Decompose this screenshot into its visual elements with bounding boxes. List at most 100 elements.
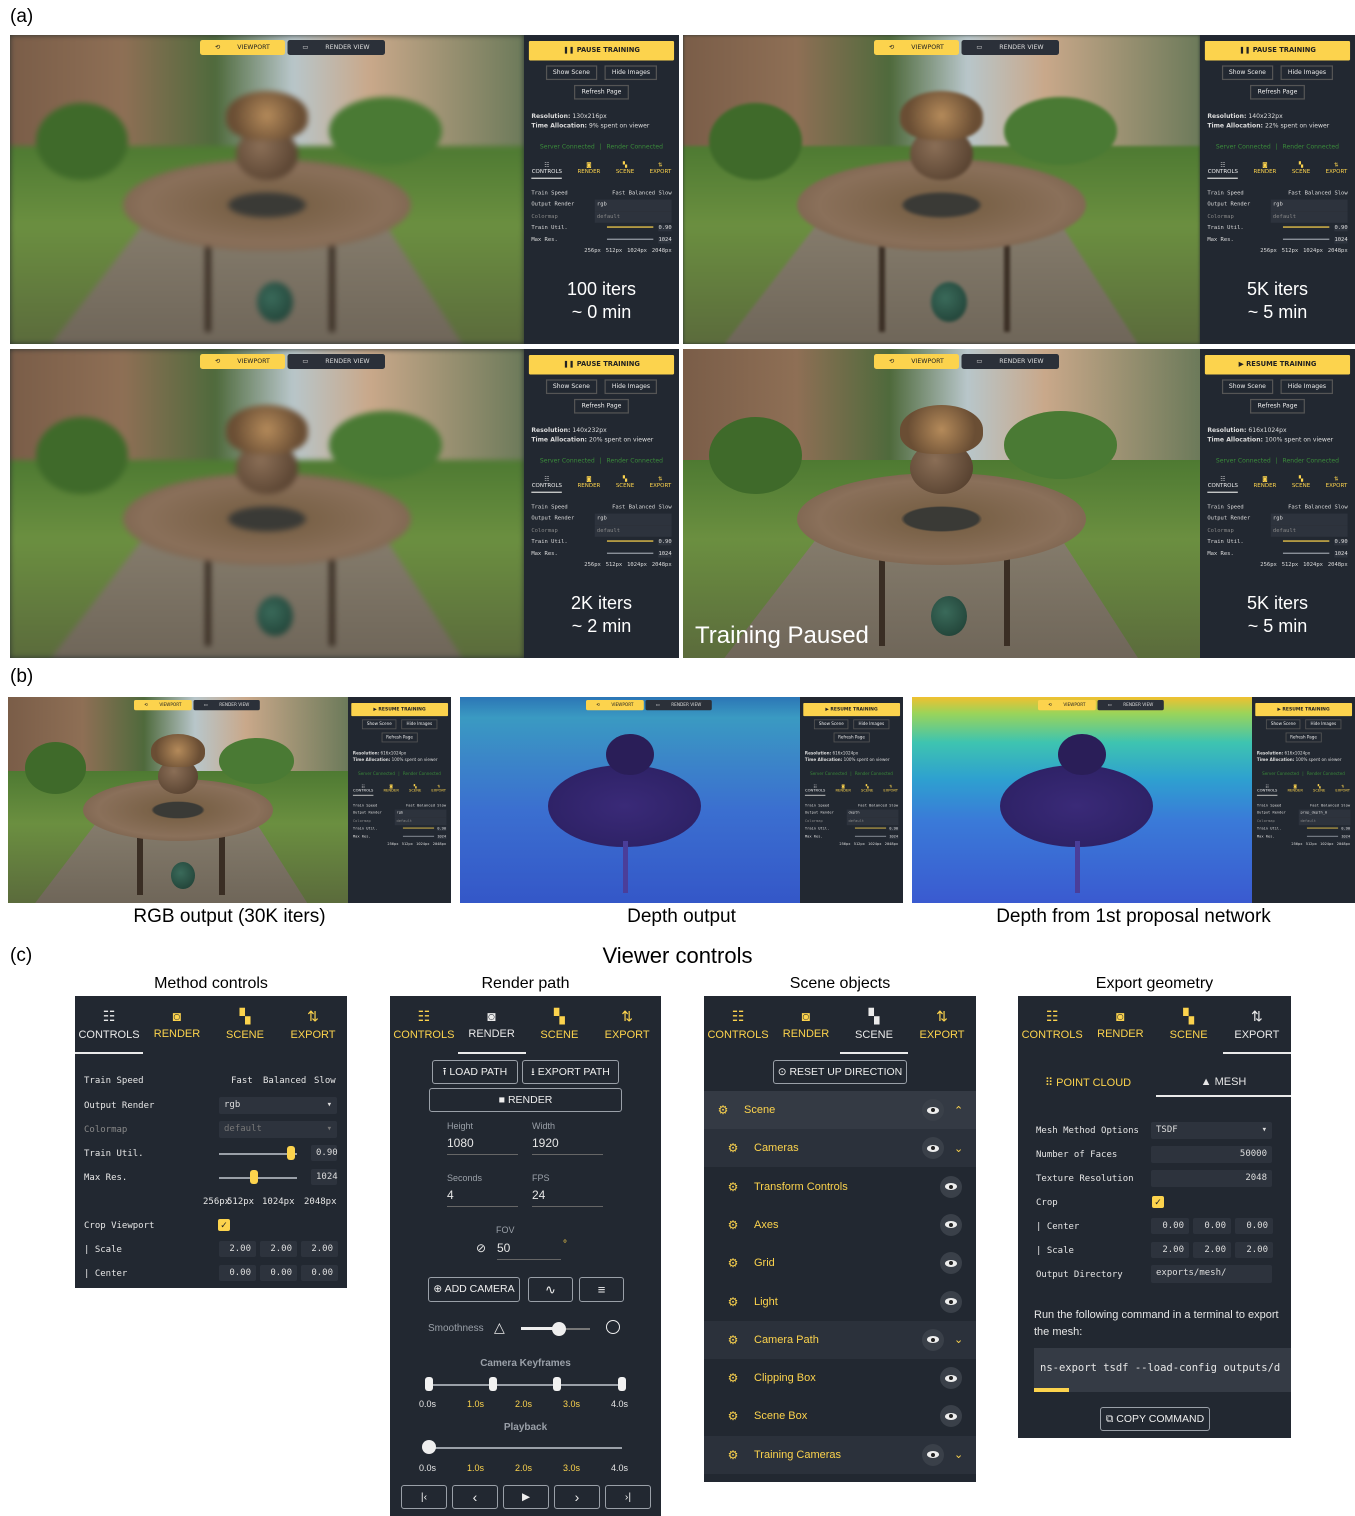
- tab-controls[interactable]: ☷ CONTROLS: [1207, 163, 1239, 179]
- tab-scene[interactable]: ▚ SCENE: [1313, 785, 1325, 796]
- show-scene-button[interactable]: Show Scene: [813, 719, 849, 730]
- scene-item-cameras[interactable]: ⚙ Cameras ⌄: [704, 1129, 976, 1168]
- keyframe-3[interactable]: [618, 1377, 626, 1391]
- tab-scene[interactable]: ▚ SCENE: [861, 785, 873, 796]
- render-view-toggle[interactable]: ▭ RENDER VIEW: [645, 700, 712, 711]
- scene-item-camera-path[interactable]: ⚙ Camera Path ⌄: [704, 1320, 976, 1359]
- viewport-toggle[interactable]: ⟲ VIEWPORT: [874, 40, 960, 55]
- show-scene-button[interactable]: Show Scene: [361, 719, 397, 730]
- scene-item-scene-box[interactable]: ⚙ Scene Box: [704, 1397, 976, 1435]
- output-render-select[interactable]: rgb: [1270, 514, 1348, 526]
- tab-render[interactable]: ◙ RENDER: [1287, 785, 1302, 796]
- output-render-select[interactable]: depth: [846, 809, 899, 818]
- path-curve-button[interactable]: ∿: [528, 1277, 573, 1302]
- show-scene-button[interactable]: Show Scene: [1221, 379, 1274, 395]
- add-camera-button[interactable]: ⊕ ADD CAMERA: [428, 1277, 520, 1302]
- eye-icon[interactable]: [922, 1099, 944, 1121]
- tab-render[interactable]: ◙ RENDER: [1253, 477, 1276, 493]
- tab-render[interactable]: ◙ RENDER: [1253, 163, 1276, 179]
- speed-fast[interactable]: Fast: [231, 1076, 253, 1086]
- tab-export[interactable]: ⇅ EXPORT: [593, 996, 661, 1054]
- tab-controls[interactable]: ☷ CONTROLS: [390, 996, 458, 1054]
- keyframe-2[interactable]: [553, 1377, 561, 1391]
- tab-render[interactable]: ◙ RENDER: [772, 996, 840, 1054]
- scale-y[interactable]: 2.00: [260, 1241, 297, 1257]
- max-res-slider[interactable]: [855, 835, 886, 837]
- output-render-select[interactable]: prop_depth_0: [1298, 809, 1351, 818]
- speed-balanced[interactable]: Balanced: [263, 1076, 306, 1086]
- skip-start-button[interactable]: |‹: [401, 1485, 447, 1509]
- scale-y[interactable]: 2.00: [1193, 1242, 1231, 1258]
- max-res-slider[interactable]: [250, 1170, 259, 1184]
- train-util-slider[interactable]: [1283, 540, 1330, 543]
- max-res-slider[interactable]: [607, 238, 654, 240]
- tab-render[interactable]: ◙ RENDER: [1086, 996, 1154, 1054]
- colormap-select[interactable]: default: [594, 525, 672, 538]
- tab-render[interactable]: ◙ RENDER: [383, 785, 398, 796]
- chevron-down-icon[interactable]: ⌄: [954, 1333, 968, 1346]
- eye-icon[interactable]: [922, 1328, 944, 1351]
- train-util-value[interactable]: 0.90: [311, 1145, 338, 1161]
- tab-render[interactable]: ◙ RENDER: [457, 996, 526, 1054]
- copy-command-button[interactable]: ⧉ COPY COMMAND: [1100, 1407, 1210, 1431]
- height-field[interactable]: 1080: [447, 1136, 518, 1155]
- playback-slider[interactable]: [422, 1440, 436, 1454]
- train-util-track[interactable]: [219, 1153, 297, 1155]
- training-button[interactable]: ❚❚ PAUSE TRAINING: [528, 41, 675, 61]
- training-button[interactable]: ▶ RESUME TRAINING: [803, 703, 900, 717]
- command-scrollbar[interactable]: [1034, 1388, 1069, 1392]
- scene-item-clipping-box[interactable]: ⚙ Clipping Box: [704, 1359, 976, 1397]
- tab-controls[interactable]: ☷ CONTROLS: [1018, 996, 1086, 1054]
- colormap-select[interactable]: default: [594, 211, 672, 224]
- viewport-toggle[interactable]: ⟲ VIEWPORT: [200, 40, 286, 55]
- refresh-page-button[interactable]: Refresh Page: [1250, 398, 1305, 414]
- eye-icon[interactable]: [940, 1290, 962, 1313]
- train-util-slider[interactable]: [1283, 226, 1330, 229]
- tab-controls[interactable]: ☷ CONTROLS: [805, 785, 826, 796]
- max-res-value[interactable]: 1024: [311, 1169, 338, 1185]
- hide-images-button[interactable]: Hide Images: [1305, 719, 1342, 730]
- eye-icon[interactable]: [922, 1443, 944, 1466]
- tab-scene[interactable]: ▚ SCENE: [616, 477, 634, 493]
- training-button[interactable]: ▶ RESUME TRAINING: [351, 703, 448, 717]
- keyframe-1[interactable]: [489, 1377, 497, 1391]
- eye-icon[interactable]: [922, 1137, 944, 1160]
- colormap-select[interactable]: default ▾: [219, 1121, 337, 1138]
- scale-x[interactable]: 2.00: [1151, 1242, 1189, 1258]
- tab-scene[interactable]: ▚ SCENE: [409, 785, 421, 796]
- hide-images-button[interactable]: Hide Images: [1280, 379, 1334, 395]
- scale-z[interactable]: 2.00: [301, 1241, 338, 1257]
- eye-icon[interactable]: [940, 1367, 962, 1390]
- render-view-toggle[interactable]: ▭ RENDER VIEW: [1097, 700, 1164, 711]
- eye-icon[interactable]: [940, 1175, 962, 1198]
- scale-x[interactable]: 2.00: [219, 1241, 256, 1257]
- refresh-page-button[interactable]: Refresh Page: [833, 732, 870, 743]
- export-path-button[interactable]: ⭳ EXPORT PATH: [522, 1060, 619, 1084]
- crop-viewport-checkbox[interactable]: ✓: [218, 1219, 230, 1231]
- colormap-select[interactable]: default: [1298, 817, 1351, 826]
- train-util-slider[interactable]: [403, 827, 434, 829]
- eye-icon[interactable]: [940, 1405, 962, 1428]
- output-render-select[interactable]: rgb: [594, 200, 672, 212]
- render-view-toggle[interactable]: ▭ RENDER VIEW: [193, 700, 260, 711]
- scene-item-scene[interactable]: ⚙ Scene ⌃: [704, 1091, 976, 1129]
- colormap-select[interactable]: default: [846, 817, 899, 826]
- training-button[interactable]: ❚❚ PAUSE TRAINING: [528, 355, 675, 375]
- tab-controls[interactable]: ☷ CONTROLS: [704, 996, 772, 1054]
- hide-images-button[interactable]: Hide Images: [853, 719, 890, 730]
- show-scene-button[interactable]: Show Scene: [1265, 719, 1301, 730]
- num-faces-field[interactable]: 50000: [1151, 1146, 1272, 1163]
- fov-field[interactable]: 50: [497, 1241, 561, 1260]
- tab-scene[interactable]: ▚ SCENE: [840, 996, 908, 1054]
- smoothness-slider[interactable]: [551, 1322, 566, 1336]
- hide-images-button[interactable]: Hide Images: [604, 379, 658, 395]
- chevron-up-icon[interactable]: ⌃: [954, 1104, 968, 1117]
- tab-export[interactable]: ⇅ EXPORT: [650, 163, 672, 179]
- train-util-slider[interactable]: [1307, 827, 1338, 829]
- seconds-field[interactable]: 4: [447, 1188, 518, 1207]
- center-z[interactable]: 0.00: [301, 1265, 338, 1281]
- train-util-slider[interactable]: [286, 1146, 295, 1160]
- viewport-toggle[interactable]: ⟲ VIEWPORT: [200, 354, 286, 369]
- tab-controls[interactable]: ☷ CONTROLS: [1257, 785, 1278, 796]
- colormap-select[interactable]: default: [1270, 211, 1348, 224]
